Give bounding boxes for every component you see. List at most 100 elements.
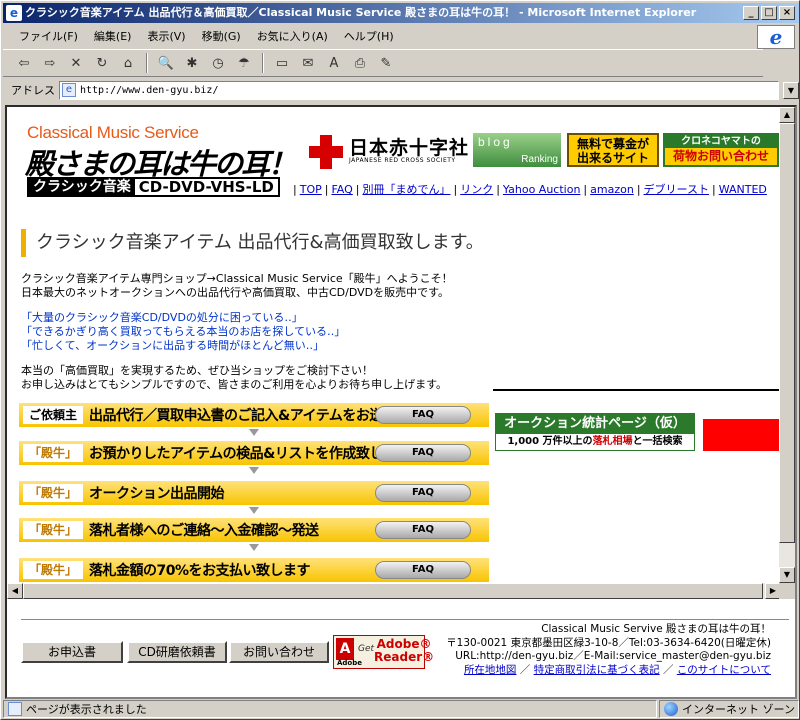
- fullscreen-icon[interactable]: ▭: [271, 52, 293, 74]
- stop-icon[interactable]: ✕: [65, 52, 87, 74]
- adobe-reader-banner[interactable]: A Get Adobe® Reader® Adobe: [333, 635, 434, 669]
- menu-edit[interactable]: 編集(E): [88, 28, 138, 44]
- page-content: Classical Music Service 殿さまの耳は牛の耳！ クラシック…: [7, 107, 781, 583]
- page-heading: クラシック音楽アイテム 出品代行&高価買取致します。: [21, 229, 777, 257]
- logo-category-classical: クラシック音楽: [29, 179, 135, 195]
- page-viewport: Classical Music Service 殿さまの耳は牛の耳！ クラシック…: [5, 105, 797, 699]
- minimize-button[interactable]: _: [743, 6, 759, 20]
- nav-top[interactable]: TOP: [300, 183, 322, 196]
- nav-links-page[interactable]: リンク: [460, 183, 493, 196]
- intro-line1: クラシック音楽アイテム専門ショップ→Classical Music Servic…: [21, 272, 453, 285]
- down-arrow-icon: [249, 429, 259, 436]
- status-text-area: ページが表示されました: [3, 700, 657, 718]
- faq-button[interactable]: FAQ: [375, 444, 471, 462]
- map-link[interactable]: 所在地地図: [464, 664, 517, 676]
- footer-address: 〒130-0021 東京都墨田区緑3-10-8／Tel:03-3634-6420…: [446, 636, 771, 649]
- favorites-icon[interactable]: ✱: [181, 52, 203, 74]
- down-arrow-icon: [249, 544, 259, 551]
- home-icon[interactable]: ⌂: [117, 52, 139, 74]
- nav-amazon[interactable]: amazon: [590, 183, 634, 196]
- down-arrow-icon: [249, 507, 259, 514]
- faq-button[interactable]: FAQ: [375, 521, 471, 539]
- step-text: オークション出品開始: [89, 486, 225, 502]
- donation-banner[interactable]: 無料で募金が 出来るサイト: [567, 133, 659, 167]
- request-text: 本当の「高価買取」を実現するため、ぜひ当ショップをご検討下さい！ お申し込みはと…: [21, 364, 447, 392]
- legal-notice-link[interactable]: 特定商取引法に基づく表記: [534, 664, 660, 676]
- auction-stats-banner[interactable]: オークション統計ページ（仮） 1,000 万件以上の落札相場と一括検索: [495, 413, 695, 451]
- toolbar: ⇦ ⇨ ✕ ↻ ⌂ 🔍 ✱ ◷ ☂ ▭ ✉ A ⎙ ✎: [3, 49, 763, 77]
- step-row: 「殿牛」 落札金額の70%をお支払い致します FAQ: [19, 558, 489, 582]
- refresh-icon[interactable]: ↻: [91, 52, 113, 74]
- logo-category: クラシック音楽 CD-DVD-VHS-LD: [27, 177, 280, 197]
- edit-icon[interactable]: ✎: [375, 52, 397, 74]
- scroll-up-icon[interactable]: ▲: [779, 107, 795, 123]
- horizontal-scrollbar[interactable]: ◀ ▶: [7, 583, 781, 599]
- maximize-button[interactable]: □: [761, 6, 777, 20]
- vertical-scroll-thumb[interactable]: [779, 123, 795, 543]
- blog-ranking-banner[interactable]: blog Ranking: [473, 133, 561, 167]
- donation-line1: 無料で募金が: [576, 137, 649, 151]
- scroll-left-icon[interactable]: ◀: [7, 583, 23, 599]
- intro-text: クラシック音楽アイテム専門ショップ→Classical Music Servic…: [21, 272, 453, 300]
- font-icon[interactable]: A: [323, 52, 345, 74]
- step-actor: 「殿牛」: [23, 484, 84, 502]
- mail-icon[interactable]: ✉: [297, 52, 319, 74]
- menu-bar: ファイル(F) 編集(E) 表示(V) 移動(G) お気に入り(A) ヘルプ(H…: [3, 26, 743, 46]
- scroll-down-icon[interactable]: ▼: [779, 567, 795, 583]
- contact-button[interactable]: お問い合わせ: [229, 641, 329, 663]
- search-icon[interactable]: 🔍: [155, 52, 177, 74]
- application-form-button[interactable]: お申込書: [21, 641, 123, 663]
- vertical-scrollbar[interactable]: ▲ ▼: [779, 107, 795, 583]
- step-text: 落札金額の70%をお支払い致します: [89, 563, 311, 579]
- menu-file[interactable]: ファイル(F): [13, 28, 84, 44]
- down-arrow-icon: [249, 467, 259, 474]
- jrc-banner-title[interactable]: 日本赤十字社: [349, 133, 469, 160]
- menu-view[interactable]: 表示(V): [141, 28, 191, 44]
- adobe-get: Get: [358, 644, 375, 654]
- auction-stats-subtitle: 1,000 万件以上の落札相場と一括検索: [496, 434, 694, 450]
- kuroneko-tracking-banner[interactable]: クロネコヤマトの 荷物お問い合わせ: [663, 133, 779, 167]
- ranking-label: Ranking: [521, 154, 558, 165]
- zone-area: インターネット ゾーン: [659, 700, 799, 718]
- faq-button[interactable]: FAQ: [375, 406, 471, 424]
- auction-stats-title: オークション統計ページ（仮）: [496, 414, 694, 434]
- footer-links: 所在地地図 ／ 特定商取引法に基づく表記 ／ このサイトについて: [463, 663, 771, 676]
- close-button[interactable]: ×: [779, 6, 795, 20]
- cd-polish-request-button[interactable]: CD研磨依頼書: [127, 641, 227, 663]
- nav-yahoo-auction[interactable]: Yahoo Auction: [503, 183, 581, 196]
- menu-favorites[interactable]: お気に入り(A): [251, 28, 334, 44]
- faq-button[interactable]: FAQ: [375, 484, 471, 502]
- donation-line2: 出来るサイト: [576, 151, 649, 165]
- kuroneko-bottom: 荷物お問い合わせ: [672, 149, 769, 163]
- print-icon[interactable]: ⎙: [349, 52, 371, 74]
- zone-text: インターネット ゾーン: [682, 703, 795, 716]
- step-actor: ご依頼主: [23, 406, 84, 424]
- red-cross-icon[interactable]: [309, 135, 343, 169]
- step-actor: 「殿牛」: [23, 561, 84, 579]
- page-footer: お申込書 CD研磨依頼書 お問い合わせ A Get Adobe® Reader® …: [7, 601, 789, 697]
- nav-faq[interactable]: FAQ: [331, 183, 352, 196]
- faq-button[interactable]: FAQ: [375, 561, 471, 579]
- menu-help[interactable]: ヘルプ(H): [338, 28, 400, 44]
- divider: [493, 389, 781, 391]
- address-dropdown-icon[interactable]: ▼: [783, 81, 799, 99]
- nav-mameden[interactable]: 別冊「まめでん」: [362, 183, 450, 196]
- address-input[interactable]: e http://www.den-gyu.biz/: [59, 80, 779, 100]
- nav-wanted[interactable]: WANTED: [719, 183, 767, 196]
- forward-icon[interactable]: ⇨: [39, 52, 61, 74]
- horizontal-scroll-thumb[interactable]: [23, 583, 763, 599]
- channels-icon[interactable]: ☂: [233, 52, 255, 74]
- request-line1: 本当の「高価買取」を実現するため、ぜひ当ショップをご検討下さい！: [21, 364, 373, 377]
- status-bar: ページが表示されました インターネット ゾーン: [3, 699, 799, 719]
- menu-go[interactable]: 移動(G): [196, 28, 247, 44]
- nav-links: | TOP | FAQ | 別冊「まめでん」 | リンク | Yahoo Auction | amaz…: [293, 183, 767, 196]
- address-bar: アドレス e http://www.den-gyu.biz/ ▼: [3, 79, 799, 101]
- jrc-banner-subtitle: JAPANESE RED CROSS SOCIETY: [349, 157, 456, 164]
- about-link[interactable]: このサイトについて: [677, 664, 771, 676]
- quote-line3: 「忙しくて、オークションに出品する時間がほとんど無い‥」: [21, 339, 325, 352]
- nav-deblist[interactable]: デブリースト: [644, 183, 709, 196]
- address-label: アドレス: [11, 84, 55, 97]
- back-icon[interactable]: ⇦: [13, 52, 35, 74]
- globe-icon: [664, 702, 678, 716]
- history-icon[interactable]: ◷: [207, 52, 229, 74]
